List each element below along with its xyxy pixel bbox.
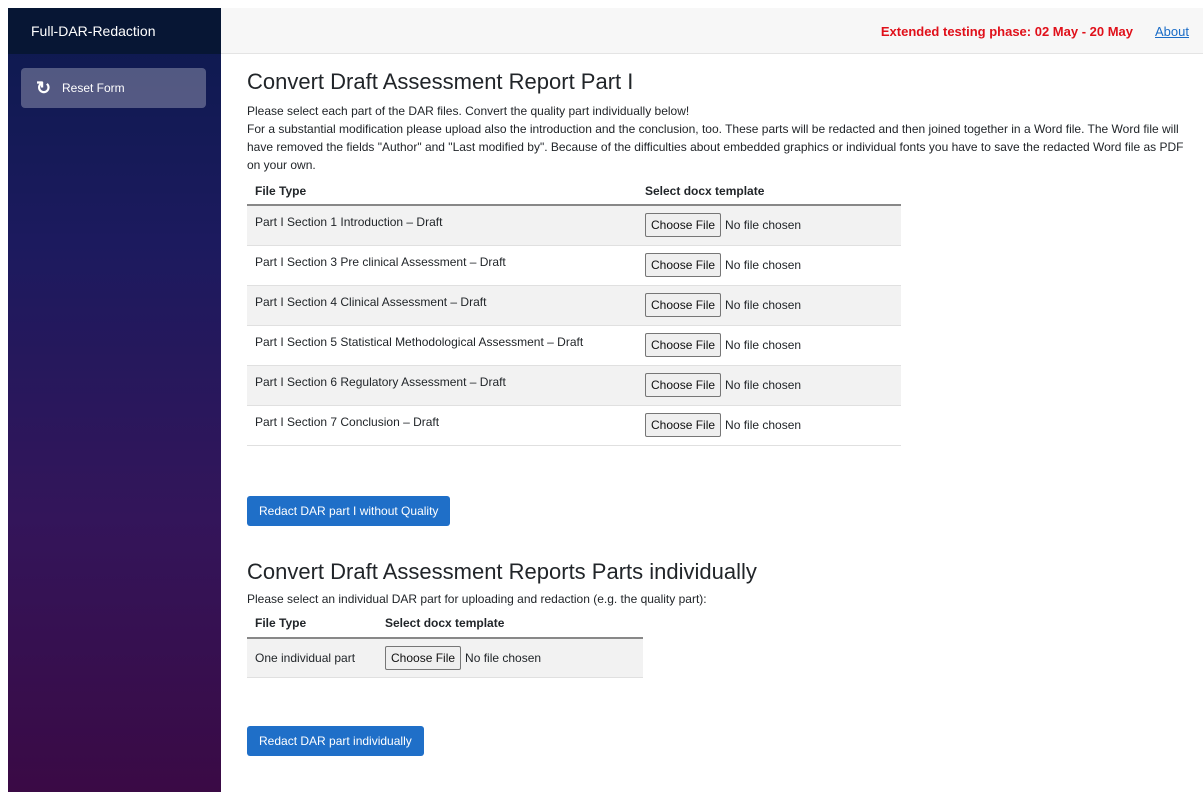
- table-row: Part I Section 1 Introduction – Draft Ch…: [247, 205, 901, 246]
- section2-paragraph: Please select an individual DAR part for…: [247, 591, 707, 606]
- file-input[interactable]: Choose File No file chosen: [645, 293, 801, 317]
- choose-file-button[interactable]: Choose File: [645, 333, 722, 357]
- file-input-cell: Choose File No file chosen: [637, 245, 901, 286]
- table-header-row: File Type Select docx template: [247, 609, 643, 639]
- file-type-cell: Part I Section 3 Pre clinical Assessment…: [247, 245, 637, 286]
- file-type-label: Part I Section 7 Conclusion – Draft: [255, 415, 440, 429]
- redact-individual-button[interactable]: Redact DAR part individually: [247, 726, 424, 756]
- section2-title: Convert Draft Assessment Reports Parts i…: [247, 558, 757, 584]
- file-type-cell: Part I Section 6 Regulatory Assessment –…: [247, 365, 637, 406]
- app-root: Full-DAR-Redaction ↻ Reset Form Extended…: [0, 0, 1203, 792]
- app-title-bar: Full-DAR-Redaction: [8, 8, 221, 54]
- section1-paragraph2: For a substantial modification please up…: [247, 122, 1184, 172]
- dar-part1-table: File Type Select docx template Part I Se…: [247, 177, 901, 446]
- section2-description: Please select an individual DAR part for…: [247, 590, 1192, 608]
- file-input-cell: Choose File No file chosen: [637, 205, 901, 246]
- testing-phase-notice: Extended testing phase: 02 May - 20 May: [880, 24, 1133, 39]
- file-input[interactable]: Choose File No file chosen: [385, 645, 542, 670]
- file-type-cell: Part I Section 1 Introduction – Draft: [247, 205, 637, 246]
- dar-individual-table: File Type Select docx template One indiv…: [247, 609, 643, 678]
- app-title: Full-DAR-Redaction: [31, 23, 156, 39]
- file-type-label: One individual part: [255, 650, 356, 665]
- file-type-label: Part I Section 3 Pre clinical Assessment…: [255, 255, 506, 269]
- file-status: No file chosen: [725, 298, 802, 312]
- column-header-template: Select docx template: [377, 609, 643, 639]
- section1-title: Convert Draft Assessment Report Part I: [247, 69, 634, 94]
- file-input-cell: Choose File No file chosen: [377, 637, 643, 678]
- reset-form-button[interactable]: ↻ Reset Form: [21, 68, 206, 108]
- file-type-label: Part I Section 5 Statistical Methodologi…: [255, 335, 584, 349]
- file-input[interactable]: Choose File No file chosen: [645, 373, 801, 397]
- file-status: No file chosen: [725, 418, 802, 432]
- table-row: Part I Section 3 Pre clinical Assessment…: [247, 245, 901, 286]
- table-row: Part I Section 4 Clinical Assessment – D…: [247, 285, 901, 326]
- table-row: One individual part Choose File No file …: [247, 637, 643, 678]
- file-type-cell: Part I Section 7 Conclusion – Draft: [247, 405, 637, 446]
- file-input[interactable]: Choose File No file chosen: [645, 333, 801, 357]
- file-type-label: Part I Section 4 Clinical Assessment – D…: [255, 295, 487, 309]
- file-status: No file chosen: [725, 338, 802, 352]
- column-header-file-type: File Type: [247, 609, 377, 639]
- main-content: Convert Draft Assessment Report Part I P…: [247, 68, 1192, 756]
- file-type-cell: Part I Section 5 Statistical Methodologi…: [247, 325, 637, 366]
- table-row: Part I Section 7 Conclusion – Draft Choo…: [247, 405, 901, 446]
- choose-file-button[interactable]: Choose File: [645, 293, 722, 317]
- redact-part1-button[interactable]: Redact DAR part I without Quality: [247, 495, 451, 526]
- file-input-cell: Choose File No file chosen: [637, 285, 901, 326]
- file-input[interactable]: Choose File No file chosen: [645, 413, 801, 437]
- choose-file-button[interactable]: Choose File: [645, 373, 722, 397]
- column-header-template: Select docx template: [637, 177, 901, 206]
- file-status: No file chosen: [465, 650, 542, 665]
- reset-form-label: Reset Form: [62, 81, 125, 95]
- file-input-cell: Choose File No file chosen: [637, 325, 901, 366]
- section1-actions: Redact DAR part I without Quality: [247, 495, 1192, 526]
- table-row: Part I Section 6 Regulatory Assessment –…: [247, 365, 901, 406]
- file-input[interactable]: Choose File No file chosen: [645, 253, 801, 277]
- section2-actions: Redact DAR part individually: [247, 726, 1192, 756]
- table-row: Part I Section 5 Statistical Methodologi…: [247, 325, 901, 366]
- about-link[interactable]: About: [1155, 24, 1189, 39]
- sidebar: Full-DAR-Redaction ↻ Reset Form: [8, 8, 221, 792]
- choose-file-button[interactable]: Choose File: [645, 413, 722, 437]
- top-bar: Extended testing phase: 02 May - 20 May …: [221, 8, 1203, 54]
- table-header-row: File Type Select docx template: [247, 177, 901, 206]
- file-input[interactable]: Choose File No file chosen: [645, 213, 802, 238]
- section1-paragraph1: Please select each part of the DAR files…: [247, 104, 690, 118]
- file-status: No file chosen: [725, 218, 802, 233]
- column-header-file-type: File Type: [247, 177, 637, 206]
- file-input-cell: Choose File No file chosen: [637, 365, 901, 406]
- file-status: No file chosen: [725, 378, 802, 392]
- file-type-cell: Part I Section 4 Clinical Assessment – D…: [247, 285, 637, 326]
- file-type-label: Part I Section 6 Regulatory Assessment –…: [255, 375, 506, 389]
- choose-file-button[interactable]: Choose File: [645, 253, 722, 277]
- file-input-cell: Choose File No file chosen: [637, 405, 901, 446]
- file-type-label: Part I Section 1 Introduction – Draft: [255, 215, 443, 230]
- choose-file-button[interactable]: Choose File: [645, 213, 722, 238]
- file-type-cell: One individual part: [247, 637, 377, 678]
- section1-description: Please select each part of the DAR files…: [247, 102, 1192, 174]
- file-status: No file chosen: [725, 258, 802, 272]
- refresh-icon: ↻: [36, 78, 52, 98]
- choose-file-button[interactable]: Choose File: [385, 645, 462, 670]
